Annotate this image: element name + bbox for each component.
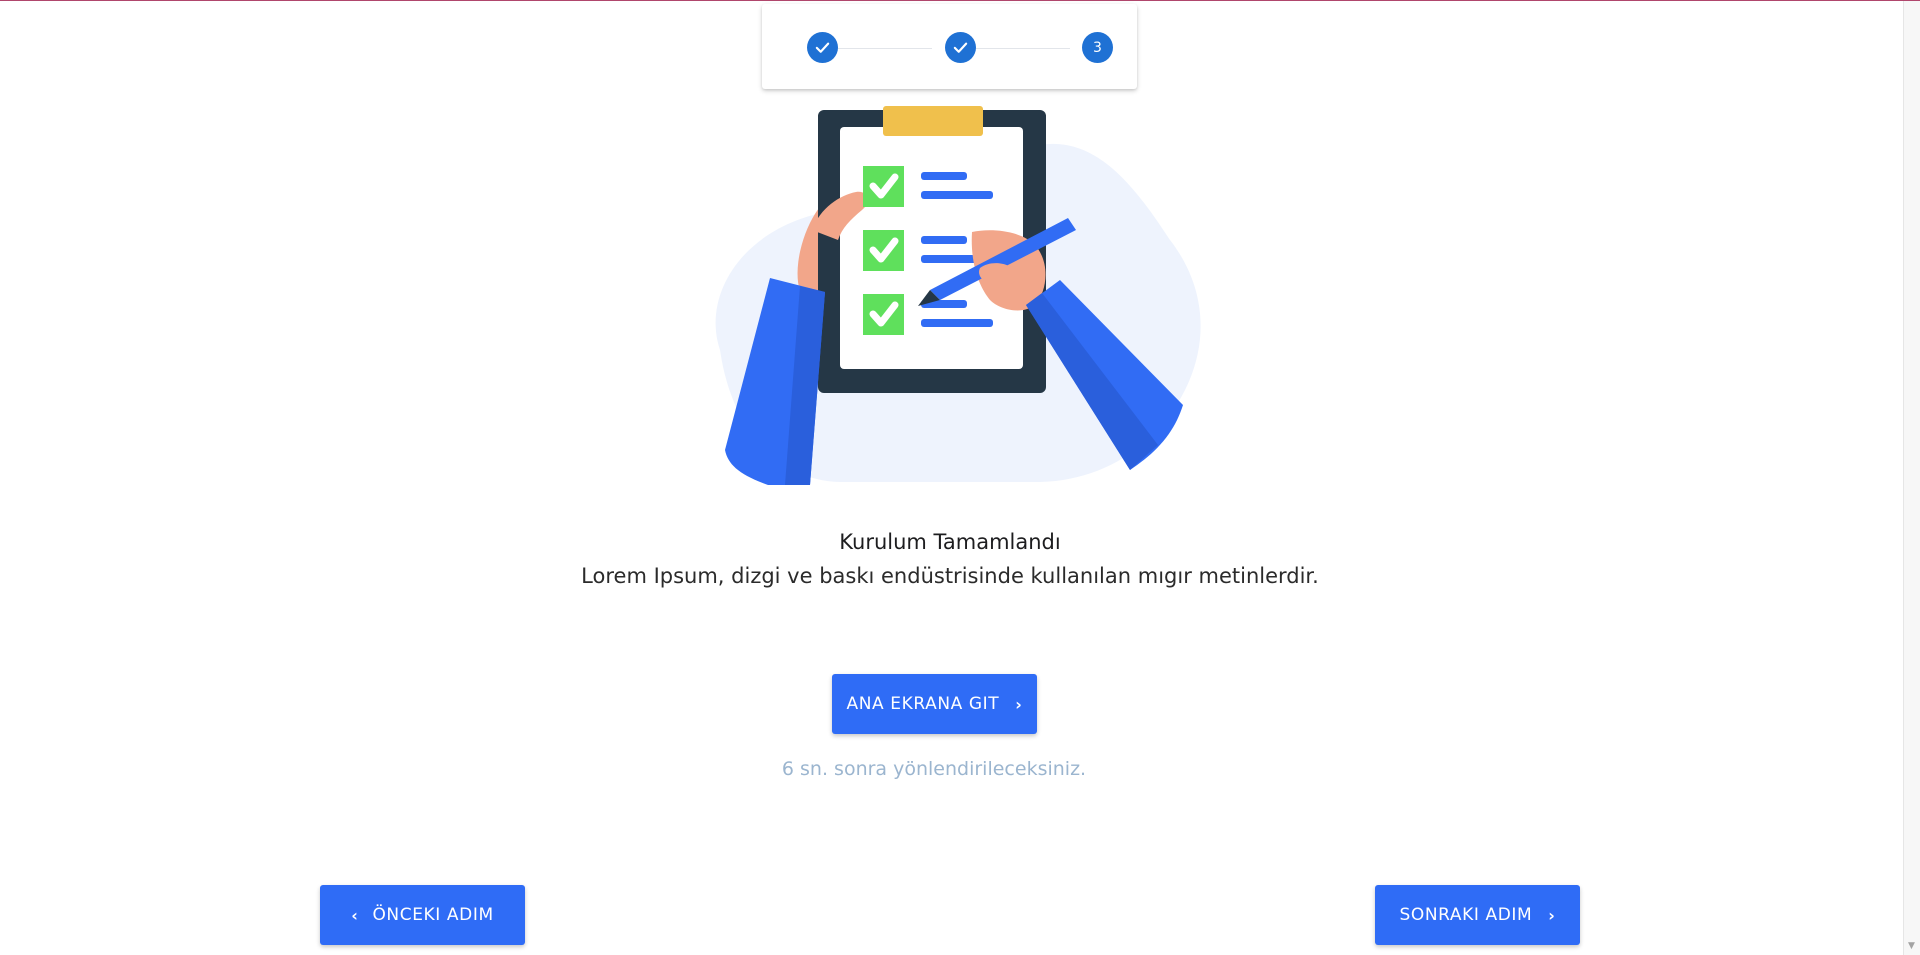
stepper-connector: [832, 48, 932, 49]
previous-step-button[interactable]: ‹ ÖNCEKI ADIM: [320, 885, 525, 945]
next-step-label: SONRAKI ADIM: [1399, 905, 1533, 925]
go-home-button[interactable]: ANA EKRANA GIT ›: [832, 674, 1037, 734]
previous-step-label: ÖNCEKI ADIM: [372, 905, 494, 925]
clipboard-checklist-illustration: [715, 106, 1201, 485]
stepper-connector: [970, 48, 1070, 49]
scroll-down-arrow-icon[interactable]: ▼: [1908, 941, 1915, 951]
step-number: 3: [1093, 39, 1102, 56]
step-2-completed[interactable]: [945, 32, 976, 63]
step-3-active[interactable]: 3: [1082, 32, 1113, 63]
check-icon: [815, 42, 830, 53]
chevron-left-icon: ‹: [351, 905, 359, 925]
page-subtitle: Lorem Ipsum, dizgi ve baskı endüstrisind…: [581, 564, 1319, 588]
go-home-label: ANA EKRANA GIT: [846, 694, 1000, 714]
check-icon: [953, 42, 968, 53]
step-1-completed[interactable]: [807, 32, 838, 63]
chevron-right-icon: ›: [1015, 694, 1023, 714]
progress-stepper: 3: [762, 4, 1137, 89]
vertical-scrollbar[interactable]: ▼: [1903, 1, 1920, 955]
next-step-button[interactable]: SONRAKI ADIM ›: [1375, 885, 1580, 945]
clipboard-clip: [883, 106, 983, 136]
window-top-border: [0, 0, 1920, 1]
chevron-right-icon: ›: [1548, 905, 1556, 925]
page-title: Kurulum Tamamlandı: [839, 530, 1061, 554]
redirect-countdown-text: 6 sn. sonra yönlendirileceksiniz.: [781, 758, 1087, 780]
